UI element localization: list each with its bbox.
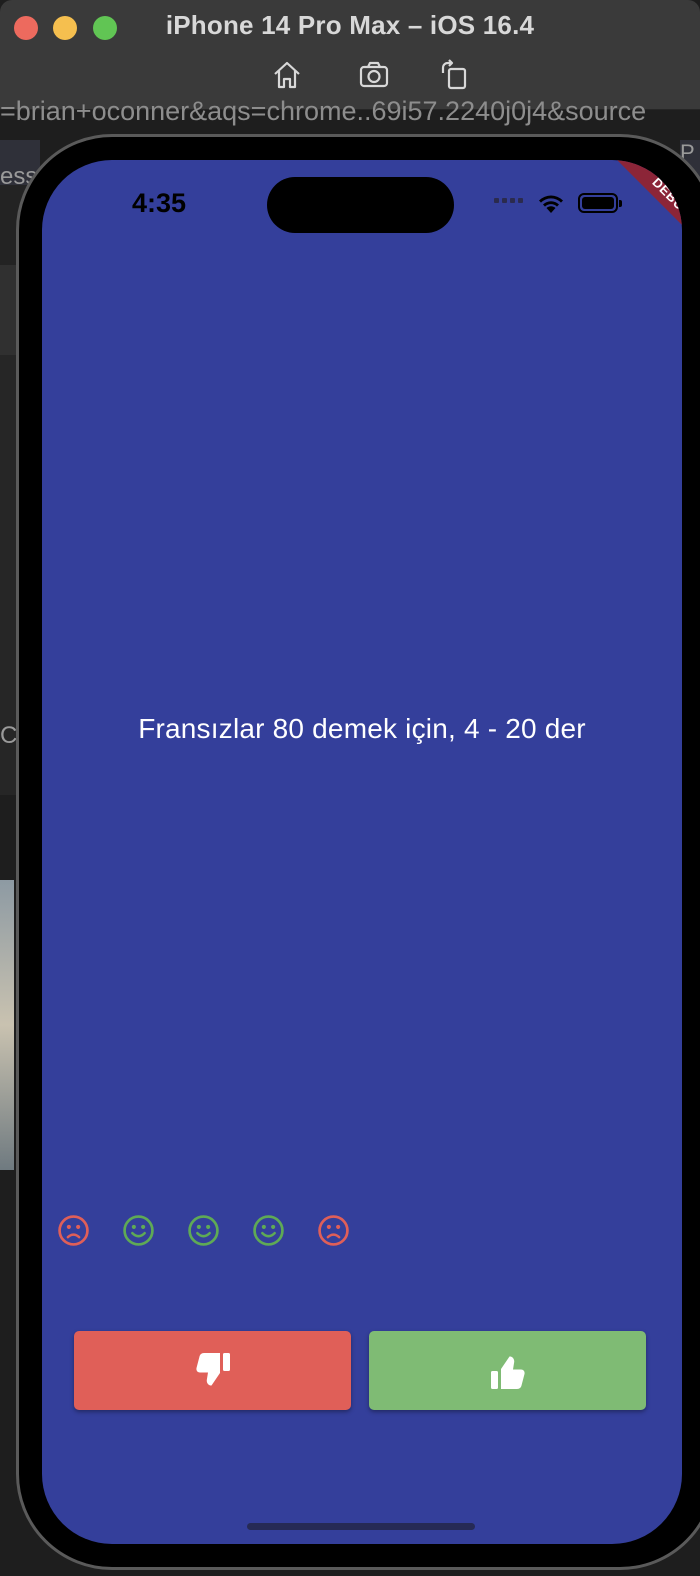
battery-icon [578, 193, 622, 213]
sad-face-icon [58, 1215, 89, 1246]
question-text: Fransızlar 80 demek için, 4 - 20 der [138, 713, 586, 744]
sad-face-icon [318, 1215, 349, 1246]
background-url-text: =brian+oconner&aqs=chrome..69i57.2240j0j… [0, 96, 647, 126]
simulator-titlebar: iPhone 14 Pro Max – iOS 16.4 [0, 0, 700, 110]
home-icon [274, 61, 300, 89]
thumbs-down-icon [195, 1352, 230, 1385]
rotate-icon [441, 59, 467, 90]
window-title: iPhone 14 Pro Max – iOS 16.4 [165, 10, 535, 40]
thumbs-up-icon [490, 1356, 525, 1389]
background-image [0, 880, 14, 1170]
home-button[interactable] [270, 58, 304, 92]
score-keeper [57, 1214, 350, 1247]
home-indicator[interactable] [247, 1523, 475, 1530]
dynamic-island [267, 177, 454, 233]
true-answer-button[interactable] [369, 1331, 646, 1410]
camera-icon [359, 61, 389, 88]
wifi-icon [539, 195, 563, 213]
false-answer-button[interactable] [74, 1331, 351, 1410]
smile-face-icon [253, 1215, 284, 1246]
smile-face-icon [188, 1215, 219, 1246]
screenshot-button[interactable] [357, 58, 391, 92]
cellular-signal-icon [494, 198, 523, 203]
rotate-button[interactable] [437, 58, 471, 92]
status-time: 4:35 [132, 188, 187, 218]
phone-screen: 4:35 DEBUG Fransızlar 80 demek için, 4 -… [42, 160, 682, 1544]
smile-face-icon [123, 1215, 154, 1246]
